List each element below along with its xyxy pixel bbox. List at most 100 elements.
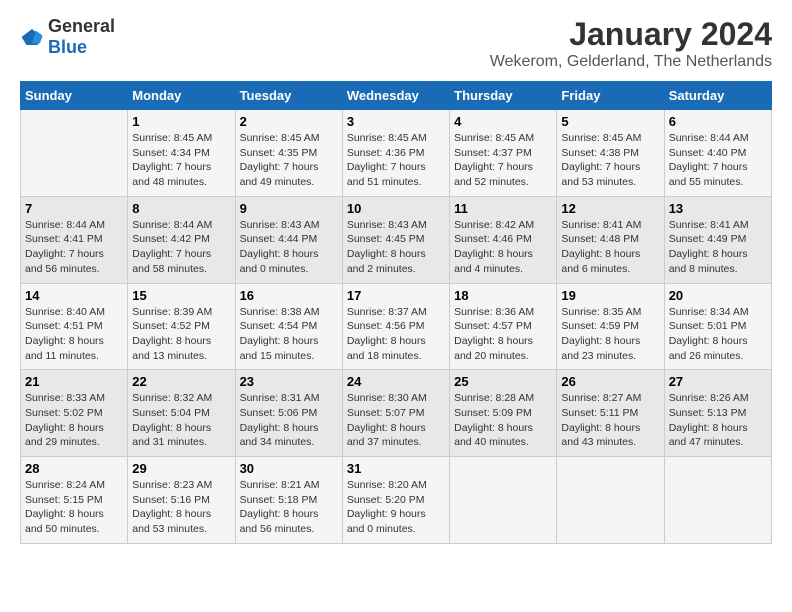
day-number: 14 bbox=[25, 288, 123, 303]
cell-content: Sunrise: 8:32 AM bbox=[132, 392, 212, 404]
cell-content: Daylight: 8 hours bbox=[25, 422, 104, 434]
cell-content: Sunset: 4:57 PM bbox=[454, 320, 532, 332]
calendar-cell: 23Sunrise: 8:31 AMSunset: 5:06 PMDayligh… bbox=[235, 370, 342, 457]
calendar-cell: 11Sunrise: 8:42 AMSunset: 4:46 PMDayligh… bbox=[450, 196, 557, 283]
day-number: 7 bbox=[25, 201, 123, 216]
cell-content: Sunrise: 8:43 AM bbox=[347, 219, 427, 231]
cell-content: Daylight: 8 hours bbox=[25, 508, 104, 520]
header-row: SundayMondayTuesdayWednesdayThursdayFrid… bbox=[21, 82, 772, 110]
cell-content: Sunset: 4:44 PM bbox=[240, 233, 318, 245]
day-header: Sunday bbox=[21, 82, 128, 110]
day-header: Thursday bbox=[450, 82, 557, 110]
cell-content: Sunset: 4:38 PM bbox=[561, 147, 639, 159]
cell-content: and 58 minutes. bbox=[132, 263, 207, 275]
calendar-cell: 21Sunrise: 8:33 AMSunset: 5:02 PMDayligh… bbox=[21, 370, 128, 457]
logo-icon bbox=[20, 27, 44, 47]
cell-content: Sunset: 5:11 PM bbox=[561, 407, 638, 419]
cell-content: Daylight: 8 hours bbox=[454, 335, 533, 347]
day-header: Monday bbox=[128, 82, 235, 110]
cell-content: Sunset: 5:04 PM bbox=[132, 407, 210, 419]
calendar-cell: 5Sunrise: 8:45 AMSunset: 4:38 PMDaylight… bbox=[557, 110, 664, 197]
cell-content: Daylight: 7 hours bbox=[454, 161, 533, 173]
day-number: 30 bbox=[240, 461, 338, 476]
day-number: 27 bbox=[669, 374, 767, 389]
cell-content: Sunset: 4:35 PM bbox=[240, 147, 318, 159]
day-header: Tuesday bbox=[235, 82, 342, 110]
cell-content: Sunrise: 8:27 AM bbox=[561, 392, 641, 404]
cell-content: Daylight: 7 hours bbox=[132, 248, 211, 260]
calendar-cell: 30Sunrise: 8:21 AMSunset: 5:18 PMDayligh… bbox=[235, 457, 342, 544]
cell-content: Sunrise: 8:41 AM bbox=[561, 219, 641, 231]
day-number: 18 bbox=[454, 288, 552, 303]
cell-content: Sunrise: 8:44 AM bbox=[669, 132, 749, 144]
cell-content: Daylight: 8 hours bbox=[347, 422, 426, 434]
day-number: 11 bbox=[454, 201, 552, 216]
cell-content: Sunset: 5:02 PM bbox=[25, 407, 103, 419]
calendar-cell: 26Sunrise: 8:27 AMSunset: 5:11 PMDayligh… bbox=[557, 370, 664, 457]
cell-content: and 56 minutes. bbox=[25, 263, 100, 275]
cell-content: Daylight: 8 hours bbox=[669, 335, 748, 347]
cell-content: and 26 minutes. bbox=[669, 350, 744, 362]
cell-content: Daylight: 9 hours bbox=[347, 508, 426, 520]
cell-content: Daylight: 7 hours bbox=[347, 161, 426, 173]
cell-content: Daylight: 8 hours bbox=[132, 508, 211, 520]
cell-content: Sunset: 4:49 PM bbox=[669, 233, 747, 245]
title-area: January 2024 Wekerom, Gelderland, The Ne… bbox=[490, 16, 772, 71]
cell-content: Daylight: 8 hours bbox=[132, 422, 211, 434]
day-number: 6 bbox=[669, 114, 767, 129]
cell-content: Sunset: 4:59 PM bbox=[561, 320, 639, 332]
calendar-cell: 18Sunrise: 8:36 AMSunset: 4:57 PMDayligh… bbox=[450, 283, 557, 370]
calendar-cell: 20Sunrise: 8:34 AMSunset: 5:01 PMDayligh… bbox=[664, 283, 771, 370]
cell-content: Daylight: 8 hours bbox=[347, 335, 426, 347]
cell-content: Sunset: 4:52 PM bbox=[132, 320, 210, 332]
cell-content: Sunrise: 8:33 AM bbox=[25, 392, 105, 404]
cell-content: Sunrise: 8:43 AM bbox=[240, 219, 320, 231]
cell-content: and 11 minutes. bbox=[25, 350, 99, 362]
cell-content: Sunrise: 8:41 AM bbox=[669, 219, 749, 231]
day-number: 9 bbox=[240, 201, 338, 216]
calendar-week-row: 14Sunrise: 8:40 AMSunset: 4:51 PMDayligh… bbox=[21, 283, 772, 370]
day-number: 22 bbox=[132, 374, 230, 389]
cell-content: Sunset: 4:34 PM bbox=[132, 147, 210, 159]
cell-content: and 34 minutes. bbox=[240, 436, 315, 448]
cell-content: Sunrise: 8:24 AM bbox=[25, 479, 105, 491]
calendar-table: SundayMondayTuesdayWednesdayThursdayFrid… bbox=[20, 81, 772, 544]
cell-content: Sunset: 4:54 PM bbox=[240, 320, 318, 332]
cell-content: and 29 minutes. bbox=[25, 436, 100, 448]
logo-text: General Blue bbox=[48, 16, 115, 58]
day-number: 25 bbox=[454, 374, 552, 389]
calendar-cell: 25Sunrise: 8:28 AMSunset: 5:09 PMDayligh… bbox=[450, 370, 557, 457]
cell-content: Sunrise: 8:45 AM bbox=[240, 132, 320, 144]
cell-content: Sunset: 4:40 PM bbox=[669, 147, 747, 159]
cell-content: Sunrise: 8:20 AM bbox=[347, 479, 427, 491]
cell-content: Sunset: 4:46 PM bbox=[454, 233, 532, 245]
cell-content: Daylight: 8 hours bbox=[240, 248, 319, 260]
day-header: Friday bbox=[557, 82, 664, 110]
cell-content: Daylight: 8 hours bbox=[669, 422, 748, 434]
calendar-cell: 12Sunrise: 8:41 AMSunset: 4:48 PMDayligh… bbox=[557, 196, 664, 283]
day-number: 28 bbox=[25, 461, 123, 476]
day-number: 4 bbox=[454, 114, 552, 129]
calendar-cell: 2Sunrise: 8:45 AMSunset: 4:35 PMDaylight… bbox=[235, 110, 342, 197]
cell-content: and 56 minutes. bbox=[240, 523, 315, 535]
cell-content: Sunset: 4:37 PM bbox=[454, 147, 532, 159]
calendar-week-row: 1Sunrise: 8:45 AMSunset: 4:34 PMDaylight… bbox=[21, 110, 772, 197]
cell-content: and 18 minutes. bbox=[347, 350, 422, 362]
calendar-cell: 16Sunrise: 8:38 AMSunset: 4:54 PMDayligh… bbox=[235, 283, 342, 370]
cell-content: Daylight: 8 hours bbox=[561, 335, 640, 347]
calendar-cell: 15Sunrise: 8:39 AMSunset: 4:52 PMDayligh… bbox=[128, 283, 235, 370]
cell-content: Daylight: 7 hours bbox=[669, 161, 748, 173]
day-number: 3 bbox=[347, 114, 445, 129]
calendar-cell bbox=[21, 110, 128, 197]
cell-content: and 6 minutes. bbox=[561, 263, 630, 275]
day-number: 31 bbox=[347, 461, 445, 476]
day-header: Wednesday bbox=[342, 82, 449, 110]
cell-content: and 53 minutes. bbox=[561, 176, 636, 188]
cell-content: Sunrise: 8:30 AM bbox=[347, 392, 427, 404]
cell-content: Sunset: 5:09 PM bbox=[454, 407, 532, 419]
cell-content: and 50 minutes. bbox=[25, 523, 100, 535]
cell-content: Sunrise: 8:34 AM bbox=[669, 306, 749, 318]
cell-content: and 43 minutes. bbox=[561, 436, 636, 448]
cell-content: Sunset: 4:45 PM bbox=[347, 233, 425, 245]
main-title: January 2024 bbox=[490, 16, 772, 53]
